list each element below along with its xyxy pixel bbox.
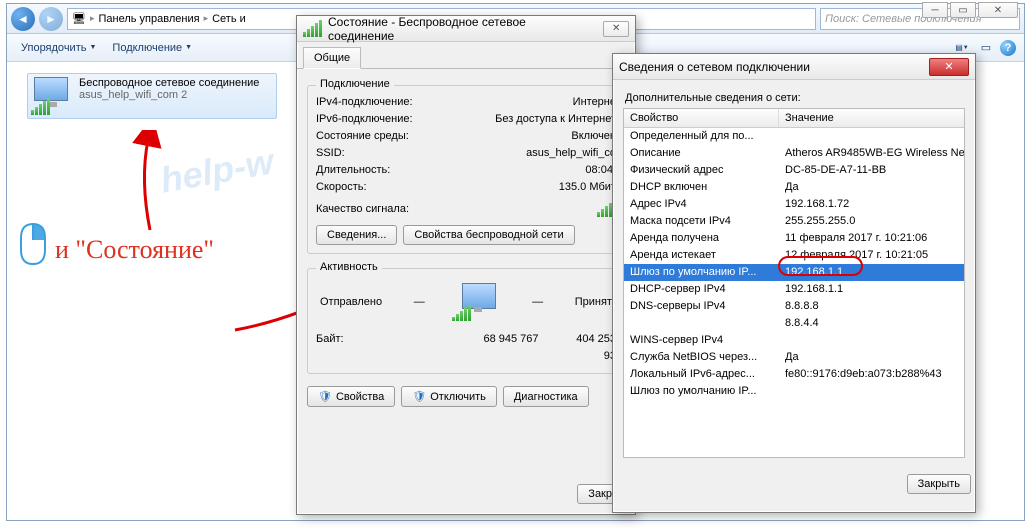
status-titlebar[interactable]: Состояние - Беспроводное сетевое соедине…: [297, 16, 635, 42]
breadcrumb-item[interactable]: Сеть и: [212, 13, 246, 25]
details-subtitle: Дополнительные сведения о сети:: [625, 92, 965, 104]
help-icon[interactable]: ?: [1000, 40, 1016, 56]
sent-label: Отправлено: [320, 296, 382, 308]
table-row[interactable]: Шлюз по умолчанию IP...: [624, 383, 964, 400]
details-dialog: Сведения о сетевом подключении ✕ Дополни…: [612, 53, 976, 513]
close-button[interactable]: ✕: [978, 2, 1018, 18]
breadcrumb-icon: 🖥: [72, 12, 86, 25]
table-row[interactable]: Локальный IPv6-адрес...fe80::9176:d9eb:a…: [624, 366, 964, 383]
table-row[interactable]: WINS-сервер IPv4: [624, 332, 964, 349]
recv-label: Принят: [575, 296, 612, 308]
network-connection-item[interactable]: Беспроводное сетевое соединение asus_hel…: [27, 73, 277, 119]
disable-button[interactable]: 🛡Отключить: [401, 386, 497, 407]
col-property[interactable]: Свойство: [624, 109, 779, 127]
table-row[interactable]: Служба NetBIOS через...Да: [624, 349, 964, 366]
shield-icon: 🛡: [412, 390, 426, 403]
organize-menu[interactable]: Упорядочить▼: [15, 39, 102, 57]
table-row[interactable]: Маска подсети IPv4255.255.255.0: [624, 213, 964, 230]
breadcrumb-item[interactable]: Панель управления: [99, 13, 200, 25]
table-row[interactable]: 8.8.4.4: [624, 315, 964, 332]
table-row[interactable]: ОписаниеAtheros AR9485WB-EG Wireless Net…: [624, 145, 964, 162]
col-value[interactable]: Значение: [779, 109, 964, 127]
table-row[interactable]: DHCP-сервер IPv4192.168.1.1: [624, 281, 964, 298]
status-dialog: Состояние - Беспроводное сетевое соедине…: [296, 15, 636, 515]
mouse-annotation-icon: [15, 220, 51, 268]
wireless-icon: [31, 77, 73, 115]
properties-button[interactable]: 🛡Свойства: [307, 386, 395, 407]
sep: —: [414, 296, 425, 308]
connection-name: Беспроводное сетевое соединение: [79, 77, 259, 89]
red-arrow-1: [130, 130, 170, 240]
table-row[interactable]: Аренда истекает12 февраля 2017 г. 10:21:…: [624, 247, 964, 264]
connect-menu[interactable]: Подключение▼: [106, 39, 198, 57]
window-controls: ─ ▭ ✕: [922, 2, 1018, 18]
status-close-button[interactable]: ✕: [603, 21, 629, 37]
details-close-bottom-button[interactable]: Закрыть: [907, 474, 971, 494]
table-row[interactable]: Адрес IPv4192.168.1.72: [624, 196, 964, 213]
bytes-sent: 68 945 767: [456, 331, 566, 365]
table-row[interactable]: DHCP включенДа: [624, 179, 964, 196]
details-title: Сведения о сетевом подключении: [619, 60, 810, 74]
status-title: Состояние - Беспроводное сетевое соедине…: [328, 15, 591, 43]
signal-icon: [303, 20, 322, 37]
nav-forward-button[interactable]: ►: [39, 7, 63, 31]
table-row[interactable]: Аренда получена11 февраля 2017 г. 10:21:…: [624, 230, 964, 247]
table-row[interactable]: Физический адресDC-85-DE-A7-11-BB: [624, 162, 964, 179]
wireless-props-button[interactable]: Свойства беспроводной сети: [403, 225, 574, 245]
bytes-recv: 404 253 93: [566, 331, 616, 365]
diagnose-button[interactable]: Диагностика: [503, 386, 589, 407]
details-table: Свойство Значение Определенный для по...…: [623, 108, 965, 458]
table-row[interactable]: Определенный для по...: [624, 128, 964, 145]
details-close-button[interactable]: ✕: [929, 58, 969, 76]
tab-general[interactable]: Общие: [303, 47, 361, 69]
connection-group: Подключение IPv4-подключение:Интерне IPv…: [307, 85, 625, 254]
details-button[interactable]: Сведения...: [316, 225, 397, 245]
activity-group: Активность Отправлено — — Принят Байт: 6…: [307, 268, 625, 374]
shield-icon: 🛡: [318, 390, 332, 403]
minimize-button[interactable]: ─: [922, 2, 948, 18]
activity-icon: [456, 283, 500, 321]
sep: —: [532, 296, 543, 308]
connection-ssid: asus_help_wifi_com 2: [79, 89, 259, 101]
details-titlebar[interactable]: Сведения о сетевом подключении ✕: [613, 54, 975, 80]
table-row[interactable]: Шлюз по умолчанию IP...192.168.1.1: [624, 264, 964, 281]
nav-back-button[interactable]: ◄: [11, 7, 35, 31]
table-row[interactable]: DNS-серверы IPv48.8.8.8: [624, 298, 964, 315]
maximize-button[interactable]: ▭: [950, 2, 976, 18]
preview-pane-button[interactable]: ▭: [976, 38, 996, 58]
